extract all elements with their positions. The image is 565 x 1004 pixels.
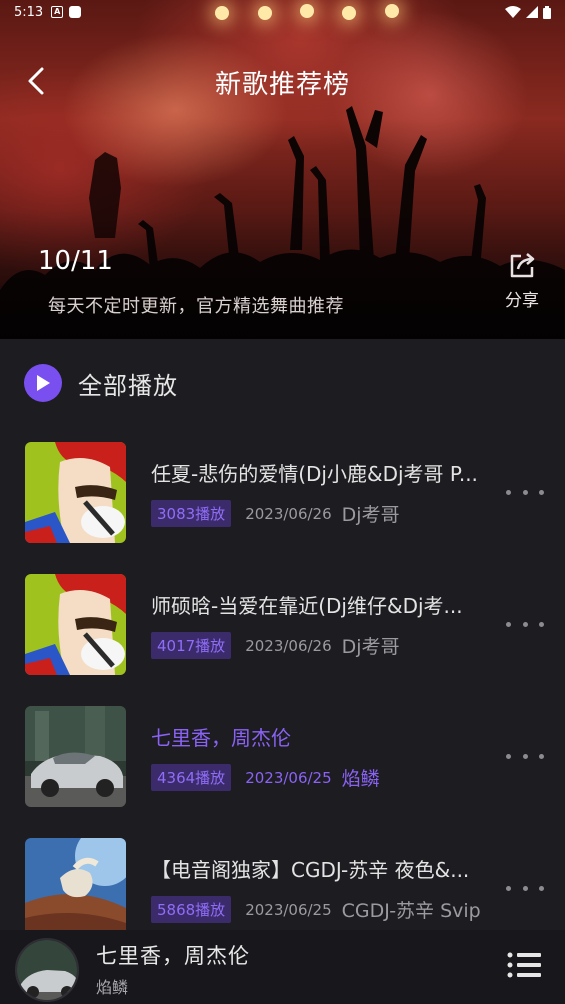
song-date: 2023/06/26: [245, 504, 332, 523]
play-count-badge: 5868播放: [151, 896, 232, 923]
signal-icon: [526, 6, 538, 18]
song-item[interactable]: 任夏-悲伤的爱情(Dj小鹿&Dj考哥 P... 3083播放 2023/06/2…: [0, 430, 565, 543]
song-meta: 4017播放 2023/06/26 Dj考哥: [151, 632, 400, 659]
dot: [539, 885, 544, 891]
song-cover-image: [25, 706, 126, 807]
dot: [539, 621, 544, 627]
dot: [506, 885, 511, 891]
play-count-badge: 4364播放: [151, 764, 232, 791]
song-title: 【电音阁独家】CGDJ-苏辛 夜色&...: [151, 858, 470, 882]
song-date: 2023/06/25: [245, 900, 332, 919]
notification-a-icon: A: [51, 6, 64, 18]
play-all-button[interactable]: 全部播放: [24, 362, 178, 404]
song-cover-image: [25, 574, 126, 675]
status-icons: [505, 5, 551, 19]
player-song-title: 七里香，周杰伦: [96, 944, 250, 968]
song-date: 2023/06/26: [245, 636, 332, 655]
play-count-badge: 4017播放: [151, 632, 232, 659]
share-label: 分享: [505, 291, 539, 311]
dot: [539, 489, 544, 495]
page-title: 新歌推荐榜: [214, 70, 350, 100]
more-options-button[interactable]: [506, 480, 544, 504]
play-all-label: 全部播放: [78, 371, 178, 400]
song-item-active[interactable]: 七里香，周杰伦 4364播放 2023/06/25 焰鳞: [0, 694, 565, 807]
song-meta: 5868播放 2023/06/25 CGDJ-苏辛 Svip: [151, 896, 481, 923]
song-item[interactable]: 【电音阁独家】CGDJ-苏辛 夜色&... 5868播放 2023/06/25 …: [0, 826, 565, 930]
song-meta: 3083播放 2023/06/26 Dj考哥: [151, 500, 400, 527]
song-title: 七里香，周杰伦: [151, 726, 291, 750]
screen: 5:13 A 新歌推荐榜 10/11 每天不定时更新，官方精选舞曲推荐 分享 全…: [0, 0, 565, 1004]
song-date: 2023/06/25: [245, 768, 332, 787]
share-button[interactable]: 分享: [498, 250, 546, 314]
dot: [522, 621, 528, 627]
song-title: 师硕晗-当爱在靠近(Dj维仔&Dj考...: [151, 594, 463, 618]
dot: [522, 753, 528, 759]
status-bar: 5:13 A: [0, 0, 565, 24]
dot: [522, 885, 528, 891]
status-time: 5:13: [14, 4, 44, 20]
notification-square-icon: [69, 6, 82, 18]
dot: [506, 489, 511, 495]
song-meta: 4364播放 2023/06/25 焰鳞: [151, 764, 380, 791]
song-cover-image: [25, 838, 126, 930]
wifi-icon: [505, 6, 521, 18]
play-circle-icon: [24, 364, 62, 402]
song-author: CGDJ-苏辛 Svip: [341, 900, 481, 922]
share-icon: [510, 253, 535, 278]
play-count-badge: 3083播放: [151, 500, 232, 527]
playlist-button[interactable]: [506, 950, 542, 980]
song-cover-image: [25, 442, 126, 543]
mini-player[interactable]: 七里香，周杰伦 焰鳞: [0, 930, 565, 1004]
chart-description: 每天不定时更新，官方精选舞曲推荐: [48, 296, 344, 317]
more-options-button[interactable]: [506, 612, 544, 636]
chart-date: 10/11: [38, 246, 113, 276]
dot: [506, 753, 511, 759]
dot: [522, 489, 528, 495]
song-title: 任夏-悲伤的爱情(Dj小鹿&Dj考哥 P...: [151, 462, 478, 486]
song-author: Dj考哥: [341, 504, 400, 526]
song-author: Dj考哥: [341, 636, 400, 658]
player-cover-image: [15, 938, 79, 1002]
more-options-button[interactable]: [506, 744, 544, 768]
playlist-icon: [507, 952, 541, 978]
song-item[interactable]: 师硕晗-当爱在靠近(Dj维仔&Dj考... 4017播放 2023/06/26 …: [0, 562, 565, 675]
more-options-button[interactable]: [506, 876, 544, 900]
song-author: 焰鳞: [341, 768, 380, 790]
header-banner: 5:13 A 新歌推荐榜 10/11 每天不定时更新，官方精选舞曲推荐 分享: [0, 0, 565, 339]
dot: [539, 753, 544, 759]
battery-icon: [543, 5, 551, 19]
dot: [506, 621, 511, 627]
player-artist: 焰鳞: [96, 978, 129, 997]
song-list: 任夏-悲伤的爱情(Dj小鹿&Dj考哥 P... 3083播放 2023/06/2…: [0, 430, 565, 930]
